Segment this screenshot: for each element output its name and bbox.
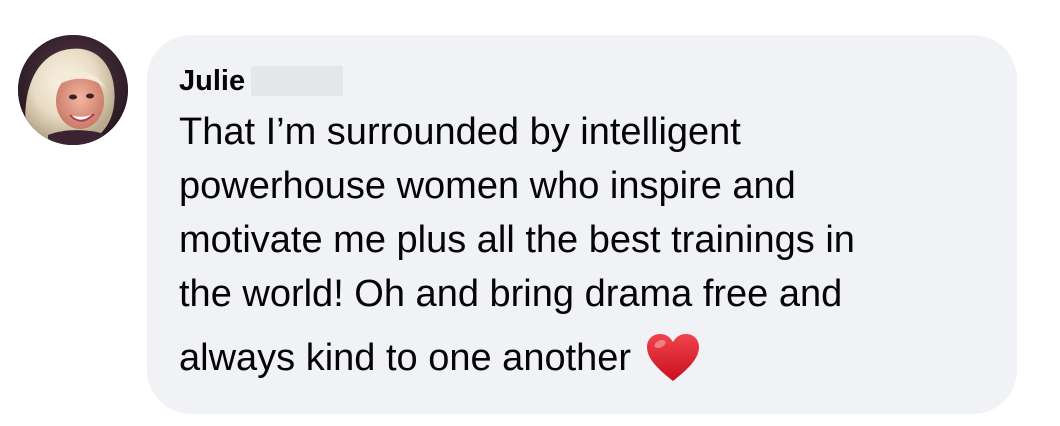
avatar[interactable] [18, 35, 128, 145]
comment-last-line: always kind to one another [179, 331, 989, 385]
comment-line: the world! Oh and bring drama free and [179, 273, 843, 315]
comment-bubble: Julie That I’m surrounded by intelligent… [147, 35, 1017, 414]
comment-line: always kind to one another [179, 337, 632, 379]
comment-text: That I’m surrounded by intelligent power… [179, 105, 989, 385]
comment-line: motivate me plus all the best trainings … [179, 219, 855, 261]
red-heart-icon [645, 333, 701, 383]
comment-line: That I’m surrounded by intelligent [179, 111, 741, 153]
profile-photo [18, 35, 128, 145]
redacted-surname [251, 66, 344, 96]
comment-header: Julie [179, 63, 985, 99]
author-name[interactable]: Julie [179, 63, 245, 99]
comment-line: powerhouse women who inspire and [179, 165, 796, 207]
